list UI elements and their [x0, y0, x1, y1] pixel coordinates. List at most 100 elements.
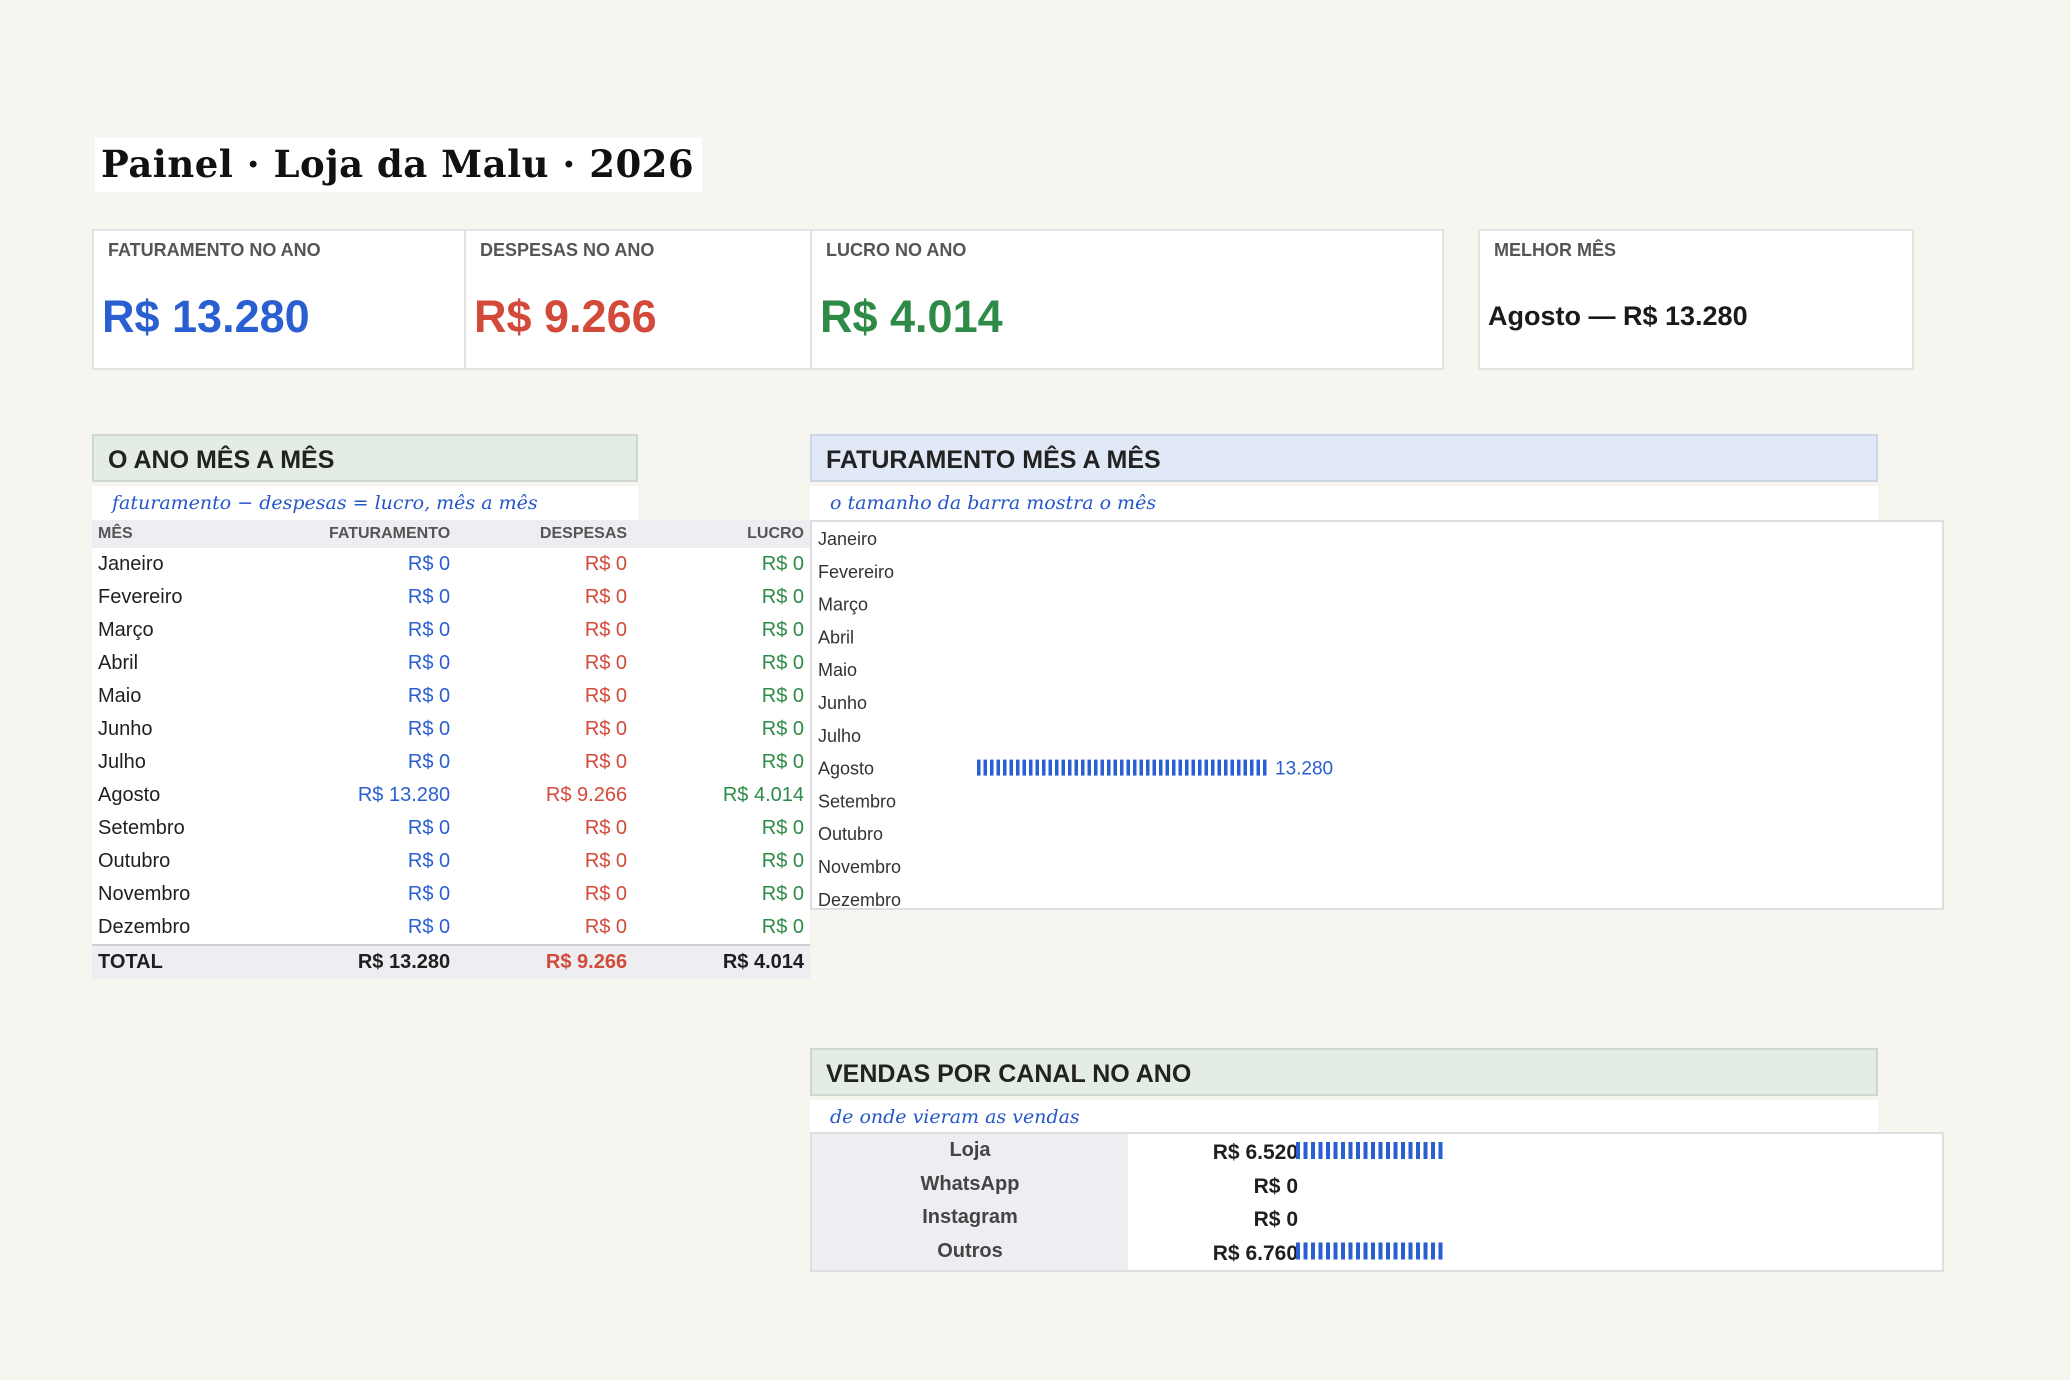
chart-category-label: Dezembro	[818, 890, 901, 908]
kpi-despesas-value: R$ 9.266	[474, 291, 657, 342]
kpi-melhor-mes-value: Agosto — R$ 13.280	[1488, 301, 1748, 331]
cell-mes: Janeiro	[98, 553, 164, 575]
cell-mes: Março	[98, 619, 154, 641]
table-row: Julho R$ 0 R$ 0 R$ 0	[92, 746, 810, 779]
cell-mes: Dezembro	[98, 916, 191, 938]
cell-faturamento: R$ 0	[407, 652, 451, 674]
channels-bars-svg	[1296, 1142, 1443, 1260]
chart-category-label: Setembro	[818, 791, 896, 811]
cell-mes: Outubro	[98, 850, 171, 872]
revenue-bar-chart: Janeiro Fevereiro Março Abril Maio Junho Julho…	[810, 520, 1944, 910]
cell-lucro: R$ 0	[761, 751, 804, 773]
kpi-faturamento: FATURAMENTO NO ANO R$ 13.280	[94, 231, 466, 368]
cell-faturamento: R$ 0	[407, 916, 451, 938]
channel-bar	[1296, 1242, 1443, 1260]
cell-lucro: R$ 0	[761, 850, 804, 872]
channels-section-subtitle: de onde vieram as vendas	[810, 1100, 1878, 1134]
cell-faturamento: R$ 0	[407, 817, 451, 839]
total-faturamento: R$ 13.280	[258, 944, 457, 979]
monthly-table-header-row: MÊS FATURAMENTO DESPESAS LUCRO	[92, 520, 810, 548]
channel-bar	[1296, 1142, 1443, 1159]
cell-mes: Agosto	[98, 784, 161, 806]
cell-faturamento: R$ 0	[407, 718, 451, 740]
cell-lucro: R$ 0	[761, 916, 804, 938]
chart-category-label: Outubro	[818, 824, 883, 844]
cell-despesas: R$ 0	[584, 685, 628, 707]
column-header-lucro: LUCRO	[633, 520, 810, 548]
cell-faturamento: R$ 0	[407, 586, 451, 608]
cell-despesas: R$ 0	[584, 718, 628, 740]
revenue-chart-svg: Janeiro Fevereiro Março Abril Maio Junho Julho…	[818, 529, 1333, 908]
chart-category-label: Maio	[818, 660, 857, 680]
table-row: Setembro R$ 0 R$ 0 R$ 0	[92, 812, 810, 845]
cell-mes: Novembro	[98, 883, 191, 905]
cell-despesas: R$ 0	[584, 916, 628, 938]
cell-faturamento: R$ 0	[407, 685, 451, 707]
chart-category-label: Julho	[818, 726, 861, 746]
table-row: Dezembro R$ 0 R$ 0 R$ 0	[92, 911, 810, 945]
cell-despesas: R$ 0	[584, 850, 628, 872]
total-despesas: R$ 9.266	[456, 944, 634, 979]
column-header-despesas: DESPESAS	[456, 520, 634, 548]
cell-mes: Junho	[98, 718, 153, 740]
channels-panel: Loja R$ 6.520 WhatsApp R$ 0 Instagram R$ 0 Out…	[810, 1132, 1944, 1272]
page-title: Painel · Loja da Malu · 2026	[95, 138, 703, 192]
kpi-row: FATURAMENTO NO ANO R$ 13.280 DESPESAS NO…	[92, 229, 1444, 370]
cell-faturamento: R$ 0	[407, 553, 451, 575]
table-row: Junho R$ 0 R$ 0 R$ 0	[92, 713, 810, 746]
cell-mes: Maio	[98, 685, 142, 707]
table-row: Fevereiro R$ 0 R$ 0 R$ 0	[92, 581, 810, 614]
cell-faturamento: R$ 0	[407, 850, 451, 872]
kpi-faturamento-label: FATURAMENTO NO ANO	[108, 240, 321, 260]
cell-despesas: R$ 0	[584, 883, 628, 905]
kpi-faturamento-value: R$ 13.280	[102, 291, 310, 342]
chart-category-label: Junho	[818, 693, 867, 713]
cell-mes: Setembro	[98, 817, 185, 839]
table-row: Abril R$ 0 R$ 0 R$ 0	[92, 647, 810, 680]
cell-mes: Abril	[98, 652, 139, 674]
chart-category-label: Janeiro	[818, 529, 877, 549]
total-lucro: R$ 4.014	[633, 944, 810, 979]
cell-lucro: R$ 0	[761, 652, 804, 674]
kpi-melhor-mes: MELHOR MÊS Agosto — R$ 13.280	[1478, 229, 1914, 370]
cell-faturamento: R$ 13.280	[357, 784, 451, 806]
table-row: Agosto R$ 13.280 R$ 9.266 R$ 4.014	[92, 779, 810, 812]
cell-lucro: R$ 0	[761, 817, 804, 839]
cell-despesas: R$ 0	[584, 619, 628, 641]
cell-despesas: R$ 9.266	[545, 784, 628, 806]
kpi-despesas: DESPESAS NO ANO R$ 9.266	[466, 231, 812, 368]
table-row: Março R$ 0 R$ 0 R$ 0	[92, 614, 810, 647]
cell-faturamento: R$ 0	[407, 883, 451, 905]
chart-bar	[977, 759, 1267, 776]
cell-despesas: R$ 0	[584, 817, 628, 839]
column-header-faturamento: FATURAMENTO	[258, 520, 457, 548]
cell-lucro: R$ 0	[761, 619, 804, 641]
cell-faturamento: R$ 0	[407, 619, 451, 641]
total-row: TOTAL R$ 13.280 R$ 9.266 R$ 4.014	[92, 944, 810, 979]
kpi-melhor-mes-label: MELHOR MÊS	[1494, 240, 1617, 260]
monthly-section-subtitle: faturamento − despesas = lucro, mês a mê…	[92, 486, 638, 520]
cell-mes: Julho	[98, 751, 146, 773]
cell-despesas: R$ 0	[584, 751, 628, 773]
kpi-lucro: LUCRO NO ANO R$ 4.014	[812, 231, 1442, 368]
column-header-mes: MÊS	[92, 520, 259, 548]
table-row: Novembro R$ 0 R$ 0 R$ 0	[92, 878, 810, 911]
total-mes: TOTAL	[92, 944, 259, 979]
cell-lucro: R$ 0	[761, 883, 804, 905]
kpi-lucro-value: R$ 4.014	[820, 291, 1003, 342]
kpi-lucro-label: LUCRO NO ANO	[826, 240, 967, 260]
table-row: Outubro R$ 0 R$ 0 R$ 0	[92, 845, 810, 878]
cell-faturamento: R$ 0	[407, 751, 451, 773]
cell-mes: Fevereiro	[98, 586, 183, 608]
cell-despesas: R$ 0	[584, 586, 628, 608]
revenue-section-subtitle: o tamanho da barra mostra o mês	[810, 486, 1878, 520]
table-row: Janeiro R$ 0 R$ 0 R$ 0	[92, 548, 810, 581]
cell-despesas: R$ 0	[584, 553, 628, 575]
revenue-section-header: FATURAMENTO MÊS A MÊS	[810, 434, 1878, 482]
monthly-table: MÊS FATURAMENTO DESPESAS LUCRO Janeiro R$…	[92, 520, 810, 979]
chart-data-label: 13.280	[1275, 759, 1333, 780]
cell-lucro: R$ 0	[761, 586, 804, 608]
chart-category-label: Fevereiro	[818, 562, 894, 582]
monthly-section-header: O ANO MÊS A MÊS	[92, 434, 638, 482]
chart-category-label: Agosto	[818, 759, 874, 779]
